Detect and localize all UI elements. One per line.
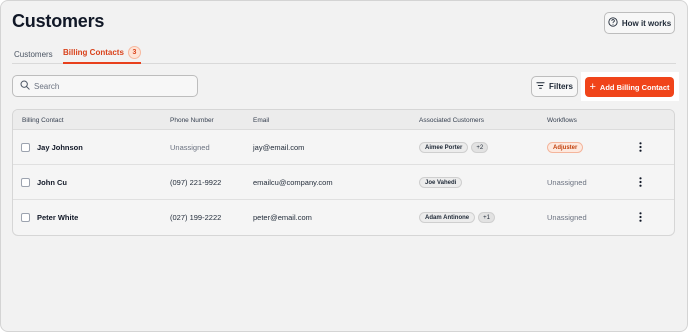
row-menu-button[interactable]: [635, 200, 645, 235]
billing-contacts-table: Billing Contact Phone Number Email Assoc…: [12, 109, 675, 236]
table-row[interactable]: John Cu (097) 221-9922 emailcu@company.c…: [13, 165, 674, 200]
kebab-menu-icon: [638, 139, 642, 157]
table-row[interactable]: Jay Johnson Unassigned jay@email.com Aim…: [13, 130, 674, 165]
customer-chip[interactable]: Adam Antinone: [419, 212, 476, 223]
row-menu-button[interactable]: [635, 130, 645, 165]
workflow-cell: Unassigned: [547, 178, 587, 187]
question-circle-icon: [608, 17, 618, 29]
more-customers-chip[interactable]: +1: [478, 212, 495, 223]
add-billing-contact-label: Add Billing Contact: [599, 82, 670, 92]
row-checkbox[interactable]: [21, 143, 30, 152]
contact-name[interactable]: John Cu: [37, 165, 67, 200]
how-it-works-button[interactable]: How it works: [604, 12, 675, 34]
more-customers-chip[interactable]: +2: [471, 142, 489, 153]
workflow-cell: Unassigned: [547, 213, 587, 222]
contact-email: peter@email.com: [253, 213, 312, 222]
tab-customers[interactable]: Customers: [14, 44, 53, 64]
row-checkbox[interactable]: [21, 213, 30, 222]
associated-customers: Joe Vahedi: [419, 165, 465, 200]
row-menu-button[interactable]: [635, 165, 645, 200]
search-icon: [20, 77, 30, 95]
customer-chip[interactable]: Aimee Porter: [419, 142, 469, 153]
column-header-workflows[interactable]: Workflows: [547, 110, 577, 130]
how-it-works-label: How it works: [621, 18, 672, 28]
kebab-menu-icon: [638, 174, 642, 192]
page-title: Customers: [12, 11, 105, 31]
tab-customers-label: Customers: [14, 49, 53, 59]
tab-billing-contacts-label: Billing Contacts: [63, 47, 124, 57]
contact-name[interactable]: Jay Johnson: [37, 130, 83, 165]
workflow-cell: Adjuster: [547, 130, 584, 165]
filters-label: Filters: [548, 82, 573, 91]
contact-email: emailcu@company.com: [253, 178, 333, 187]
add-billing-contact-button[interactable]: + Add Billing Contact: [585, 77, 674, 97]
column-header-phone-number[interactable]: Phone Number: [170, 110, 214, 130]
contact-phone: (097) 221-9922: [170, 178, 222, 187]
column-header-email[interactable]: Email: [253, 110, 269, 130]
contact-email: jay@email.com: [253, 143, 305, 152]
tab-bar: Customers Billing Contacts 3: [12, 44, 676, 64]
filters-button[interactable]: Filters: [531, 76, 578, 97]
customer-chip[interactable]: Joe Vahedi: [419, 177, 463, 188]
search-box[interactable]: [12, 75, 198, 97]
contact-phone: Unassigned: [170, 143, 210, 152]
contact-phone: (027) 199-2222: [170, 213, 222, 222]
contact-name[interactable]: Peter White: [37, 200, 78, 235]
workflow-badge: Adjuster: [547, 142, 584, 153]
column-header-billing-contact[interactable]: Billing Contact: [22, 110, 64, 130]
plus-icon: +: [589, 80, 596, 93]
tab-billing-contacts[interactable]: Billing Contacts 3: [63, 44, 141, 64]
filter-lines-icon: [536, 81, 545, 92]
column-header-associated-customers[interactable]: Associated Customers: [419, 110, 484, 130]
kebab-menu-icon: [638, 209, 642, 227]
search-input[interactable]: [34, 81, 184, 91]
table-header: Billing Contact Phone Number Email Assoc…: [13, 110, 674, 130]
tab-count-badge: 3: [127, 45, 141, 59]
row-checkbox[interactable]: [21, 178, 30, 187]
associated-customers: Adam Antinone +1: [419, 200, 498, 235]
table-row[interactable]: Peter White (027) 199-2222 peter@email.c…: [13, 200, 674, 235]
associated-customers: Aimee Porter +2: [419, 130, 491, 165]
